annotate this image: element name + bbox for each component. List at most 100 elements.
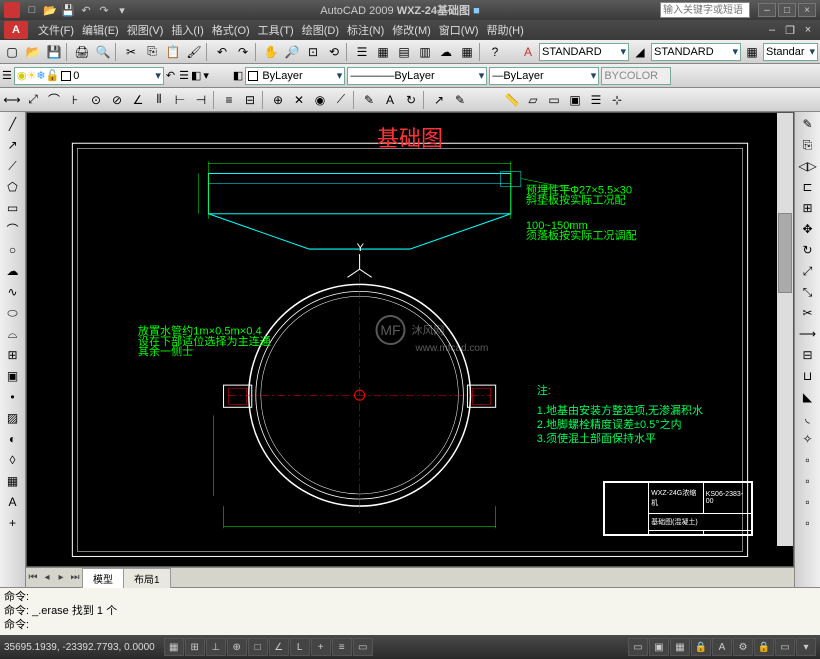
- join-icon[interactable]: ⊔: [797, 366, 819, 386]
- redo-icon[interactable]: ↷: [96, 2, 112, 18]
- zoom-icon[interactable]: 🔎: [282, 42, 302, 62]
- pan-icon[interactable]: ✋: [261, 42, 281, 62]
- ducs-button[interactable]: L: [290, 638, 310, 656]
- extend-icon[interactable]: ⟶: [797, 324, 819, 344]
- circle-icon[interactable]: ○: [2, 240, 24, 260]
- dim-aligned-icon[interactable]: ⤢: [23, 90, 43, 110]
- ellipse-icon[interactable]: ⬭: [2, 303, 24, 323]
- toolpal-icon[interactable]: ▤: [394, 42, 414, 62]
- menu-help[interactable]: 帮助(H): [483, 22, 528, 38]
- drawing-canvas[interactable]: Y 预埋性平Φ27×5.5×30 斜垫板按实际工况配 100~150mm 须落板…: [26, 112, 794, 567]
- fillet-icon[interactable]: ◟: [797, 408, 819, 428]
- otrack-button[interactable]: ∠: [269, 638, 289, 656]
- rotate-icon[interactable]: ↻: [797, 240, 819, 260]
- stretch-icon[interactable]: ⤡: [797, 282, 819, 302]
- doc-restore-button[interactable]: ❐: [782, 23, 798, 37]
- snap-button[interactable]: ▦: [164, 638, 184, 656]
- grid-button[interactable]: ⊞: [185, 638, 205, 656]
- tray-button[interactable]: ▾: [796, 638, 816, 656]
- save-icon[interactable]: 💾: [44, 42, 64, 62]
- menu-draw[interactable]: 绘图(D): [298, 22, 343, 38]
- mleader2-icon[interactable]: ✎: [450, 90, 470, 110]
- app-menu-button[interactable]: A: [4, 21, 28, 39]
- undo-icon[interactable]: ↶: [212, 42, 232, 62]
- menu-edit[interactable]: 编辑(E): [78, 22, 123, 38]
- new-icon[interactable]: □: [24, 2, 40, 18]
- tab-next-icon[interactable]: ▸: [54, 570, 68, 586]
- array-icon[interactable]: ⊞: [797, 198, 819, 218]
- layer-iso-icon[interactable]: ◧: [191, 69, 201, 82]
- dim-ord-icon[interactable]: ⊦: [65, 90, 85, 110]
- line-icon[interactable]: ╱: [2, 114, 24, 134]
- mtext-icon[interactable]: A: [2, 492, 24, 512]
- block-icon[interactable]: ▣: [2, 366, 24, 386]
- toolbar-lock-button[interactable]: 🔒: [754, 638, 774, 656]
- layer-prev-icon[interactable]: ↶: [166, 69, 175, 82]
- point-icon[interactable]: •: [2, 387, 24, 407]
- undo-icon[interactable]: ↶: [78, 2, 94, 18]
- lwt-button[interactable]: ≡: [332, 638, 352, 656]
- area-icon[interactable]: ▱: [523, 90, 543, 110]
- xline-icon[interactable]: ↗: [2, 135, 24, 155]
- dim-linear-icon[interactable]: ⟷: [2, 90, 22, 110]
- open-icon[interactable]: 📂: [23, 42, 43, 62]
- layer-state-icon[interactable]: ☰: [179, 69, 189, 82]
- sheetset-icon[interactable]: ▥: [415, 42, 435, 62]
- update-icon[interactable]: ↻: [401, 90, 421, 110]
- break-icon[interactable]: ⊟: [797, 345, 819, 365]
- dimstyle-dropdown[interactable]: STANDARD▾: [651, 43, 741, 61]
- redo-icon[interactable]: ↷: [233, 42, 253, 62]
- linetype-dropdown[interactable]: ———— ByLayer▾: [347, 67, 487, 85]
- coords-display[interactable]: 35695.1939, -23392.7793, 0.0000: [4, 642, 155, 653]
- dim-ang-icon[interactable]: ∠: [128, 90, 148, 110]
- calc-icon[interactable]: ▦: [457, 42, 477, 62]
- table-icon[interactable]: ▦: [2, 471, 24, 491]
- pline-icon[interactable]: ⟋: [2, 156, 24, 176]
- tab-last-icon[interactable]: ⏭: [68, 570, 82, 586]
- osnap-button[interactable]: □: [248, 638, 268, 656]
- dim-space-icon[interactable]: ≡: [219, 90, 239, 110]
- annoscale-button[interactable]: 🔒: [691, 638, 711, 656]
- qp-button[interactable]: ▭: [353, 638, 373, 656]
- maximize-button[interactable]: □: [778, 3, 796, 17]
- dim-break-icon[interactable]: ⊟: [240, 90, 260, 110]
- doc-close-button[interactable]: ×: [800, 23, 816, 37]
- copy-obj-icon[interactable]: ⎘: [797, 135, 819, 155]
- markup-icon[interactable]: ☁: [436, 42, 456, 62]
- save-icon[interactable]: 💾: [60, 2, 76, 18]
- dim-quick-icon[interactable]: ⫴: [149, 90, 169, 110]
- tab-layout1[interactable]: 布局1: [123, 568, 171, 588]
- tablestyle-icon[interactable]: ▦: [742, 42, 762, 62]
- region2-icon[interactable]: ◊: [2, 450, 24, 470]
- cmd-prompt[interactable]: 命令:: [4, 618, 816, 632]
- tab-prev-icon[interactable]: ◂: [40, 570, 54, 586]
- trim-icon[interactable]: ✂: [797, 303, 819, 323]
- m4-icon[interactable]: ▫: [797, 513, 819, 533]
- color-dropdown[interactable]: ByLayer▾: [245, 67, 345, 85]
- preview-icon[interactable]: 🔍: [93, 42, 113, 62]
- dim-dia-icon[interactable]: ⊘: [107, 90, 127, 110]
- offset-icon[interactable]: ⊏: [797, 177, 819, 197]
- hatch-icon[interactable]: ▨: [2, 408, 24, 428]
- copy-icon[interactable]: ⎘: [142, 42, 162, 62]
- clean-button[interactable]: ▭: [775, 638, 795, 656]
- list-icon[interactable]: ☰: [586, 90, 606, 110]
- tab-first-icon[interactable]: ⏮: [26, 570, 40, 586]
- close-button[interactable]: ×: [798, 3, 816, 17]
- command-line[interactable]: 命令: 命令: _.erase 找到 1 个 命令:: [0, 587, 820, 635]
- mirror-icon[interactable]: ◁▷: [797, 156, 819, 176]
- scale-icon[interactable]: ⤢: [797, 261, 819, 281]
- move-icon[interactable]: ✥: [797, 219, 819, 239]
- revcloud-icon[interactable]: ☁: [2, 261, 24, 281]
- menu-window[interactable]: 窗口(W): [435, 22, 483, 38]
- m3-icon[interactable]: ▫: [797, 492, 819, 512]
- zoom-window-icon[interactable]: ⊡: [303, 42, 323, 62]
- match-icon[interactable]: 🖌: [184, 42, 204, 62]
- tablestyle-dropdown[interactable]: Standar▾: [763, 43, 818, 61]
- textstyle-icon[interactable]: A: [518, 42, 538, 62]
- dim-cont-icon[interactable]: ⊣: [191, 90, 211, 110]
- center-icon[interactable]: ✕: [289, 90, 309, 110]
- zoom-prev-icon[interactable]: ⟲: [324, 42, 344, 62]
- tab-model[interactable]: 模型: [82, 568, 124, 588]
- doc-minimize-button[interactable]: –: [764, 23, 780, 37]
